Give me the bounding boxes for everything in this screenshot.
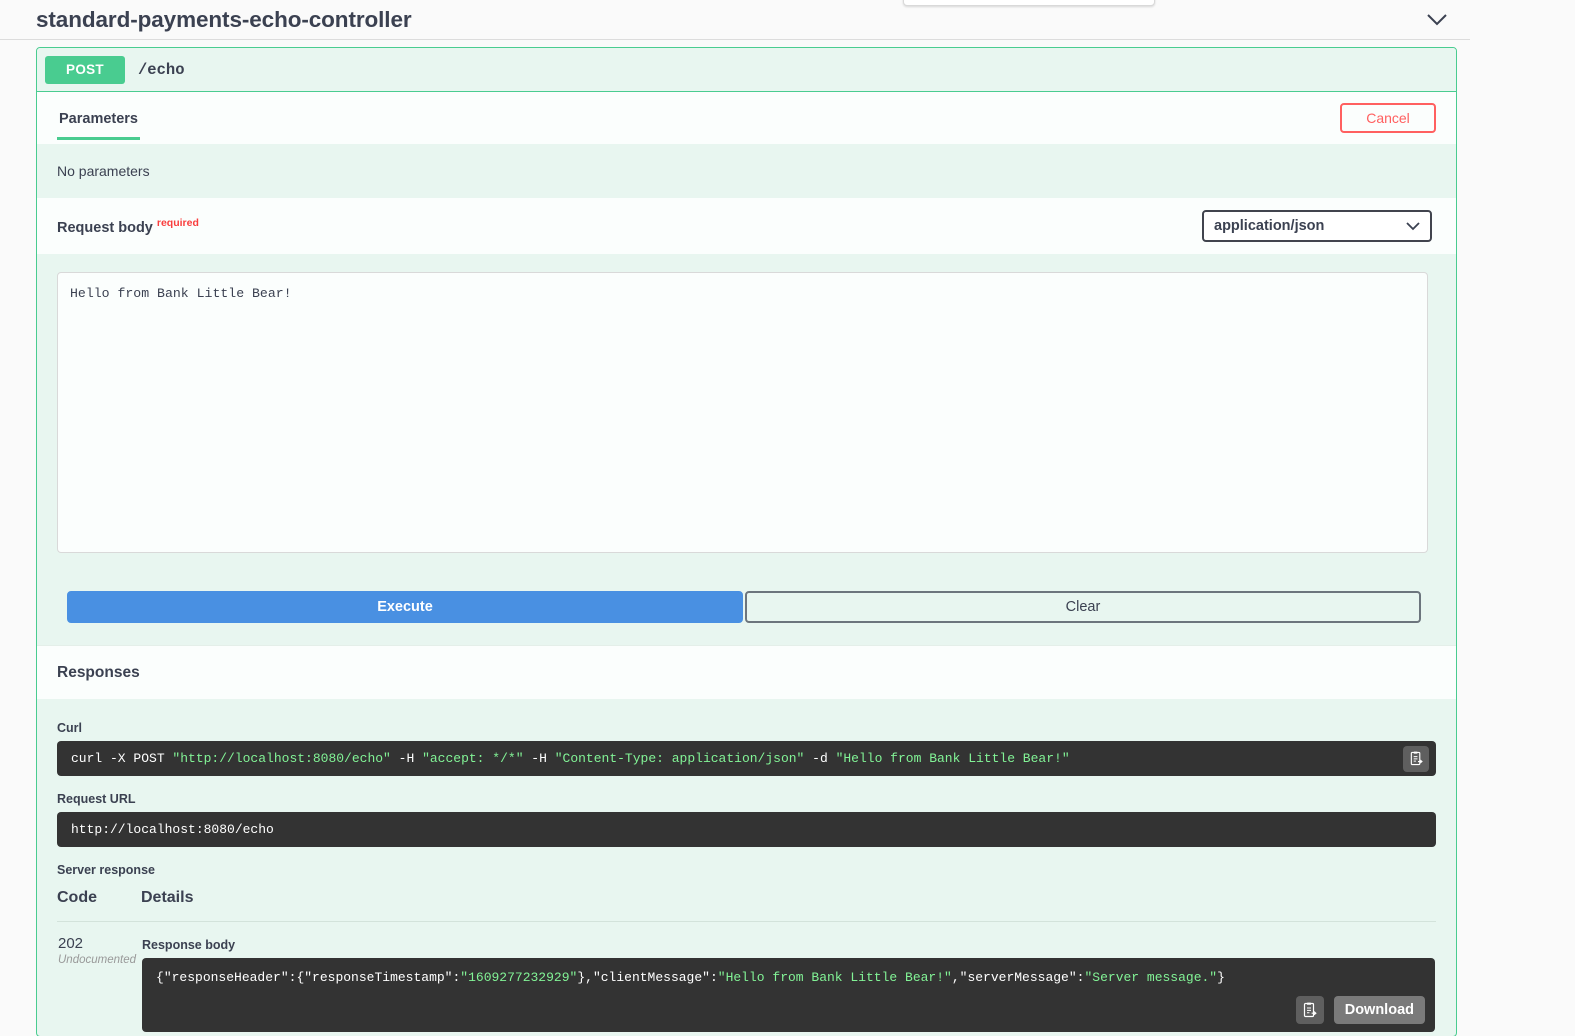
responses-section-title: Responses <box>37 645 1456 699</box>
curl-command-text: curl -X POST "http://localhost:8080/echo… <box>71 751 1070 766</box>
request-body-title: Request body <box>57 219 153 235</box>
request-body-label: Request body required <box>57 217 199 236</box>
cancel-button[interactable]: Cancel <box>1340 103 1436 133</box>
required-badge: required <box>157 217 199 229</box>
request-body-input[interactable] <box>57 272 1428 553</box>
response-code: 202 <box>58 936 140 953</box>
download-button[interactable]: Download <box>1334 996 1425 1024</box>
curl-code-block: curl -X POST "http://localhost:8080/echo… <box>57 741 1436 776</box>
responses-body: Curl curl -X POST "http://localhost:8080… <box>37 699 1456 1033</box>
response-details-cell: Response body {"responseHeader":{"respon… <box>141 922 1436 1034</box>
tag-header: standard-payments-echo-controller <box>0 0 1470 40</box>
table-row: 202 Undocumented Response body {"respons… <box>57 922 1436 1034</box>
column-header-code: Code <box>57 889 141 922</box>
no-parameters-text: No parameters <box>37 144 1456 198</box>
execute-clear-row: Execute Clear <box>37 553 1456 645</box>
request-url-code-block: http://localhost:8080/echo <box>57 812 1436 847</box>
operation-block: POST /echo Parameters Cancel No paramete… <box>36 47 1457 1036</box>
response-body-text: {"responseHeader":{"responseTimestamp":"… <box>156 970 1225 985</box>
response-code-note: Undocumented <box>58 954 140 968</box>
tab-parameters[interactable]: Parameters <box>57 97 140 140</box>
content-type-select[interactable]: application/json <box>1202 210 1432 242</box>
table-header-row: Code Details <box>57 889 1436 922</box>
server-response-label: Server response <box>57 863 1436 877</box>
clipboard-copy-icon[interactable] <box>1403 746 1429 772</box>
tab-row: Parameters Cancel <box>37 92 1456 144</box>
server-response-table: Code Details 202 Undocumented Response b… <box>57 889 1436 1033</box>
operation-path: /echo <box>138 61 185 79</box>
chevron-down-icon[interactable] <box>1422 5 1452 35</box>
curl-label: Curl <box>57 721 1436 735</box>
column-header-details: Details <box>141 889 1436 922</box>
request-body-area <box>37 254 1456 553</box>
swagger-ui-page: standard-payments-echo-controller POST /… <box>0 0 1575 1036</box>
content-type-value: application/json <box>1214 218 1324 234</box>
response-body-code-block: {"responseHeader":{"responseTimestamp":"… <box>142 958 1435 1032</box>
request-url-label: Request URL <box>57 792 1436 806</box>
chevron-down-icon <box>1406 222 1420 231</box>
response-body-actions: Download <box>1296 996 1425 1024</box>
response-code-cell: 202 Undocumented <box>57 922 141 1034</box>
http-method-badge: POST <box>45 56 125 84</box>
clear-button[interactable]: Clear <box>745 591 1421 623</box>
request-body-header: Request body required application/json <box>37 198 1456 254</box>
page-title: standard-payments-echo-controller <box>36 7 412 33</box>
operation-summary[interactable]: POST /echo <box>37 48 1456 92</box>
clipboard-copy-icon[interactable] <box>1296 996 1324 1024</box>
execute-button[interactable]: Execute <box>67 591 743 623</box>
response-body-label: Response body <box>142 938 1435 952</box>
request-url-value: http://localhost:8080/echo <box>71 822 274 837</box>
